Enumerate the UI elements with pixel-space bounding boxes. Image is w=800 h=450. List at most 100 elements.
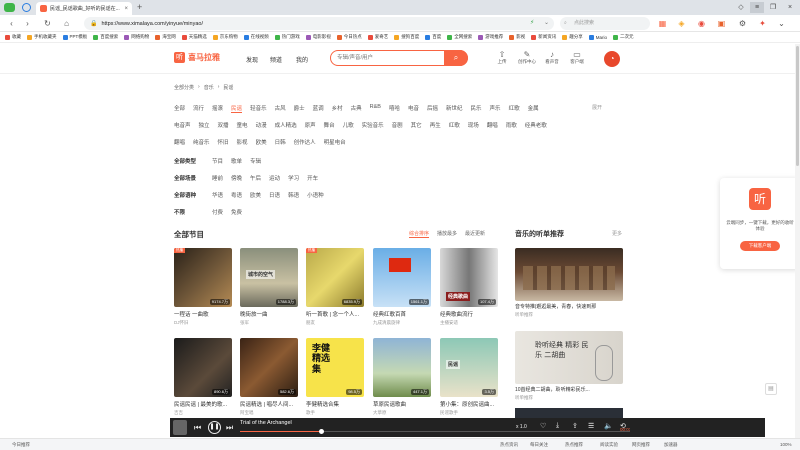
program-author[interactable]: 张军	[240, 320, 298, 326]
shirt-icon[interactable]: ◇	[734, 2, 748, 13]
new-tab-icon[interactable]: +	[137, 2, 142, 12]
filter-option[interactable]: 音剧	[392, 121, 403, 129]
filter-option[interactable]: 电音声	[174, 121, 191, 129]
filter-option[interactable]: 金属	[528, 104, 539, 113]
bookmark-item[interactable]: 京东购物	[212, 34, 238, 40]
reader-icon[interactable]: ⚡	[530, 19, 534, 26]
program-cover[interactable]: 582.6万	[240, 338, 298, 397]
filter-option[interactable]: 红歌	[449, 121, 460, 129]
program-cover[interactable]: 经典歌曲 107.4万	[440, 248, 498, 307]
filter-option[interactable]: 双播	[218, 121, 229, 129]
sort-most-played[interactable]: 播放最多	[437, 230, 457, 238]
dropdown-icon[interactable]: ⌄	[544, 19, 549, 26]
status-left[interactable]: 今日推荐	[12, 442, 30, 448]
filter-option[interactable]: 免费	[231, 208, 242, 216]
settings-icon[interactable]: ⚙	[737, 18, 748, 29]
back-icon[interactable]: ‹	[6, 18, 17, 29]
home-icon[interactable]: ⌂	[61, 18, 72, 29]
program-card[interactable]: 890.6万 民谣民谣 | 最美的歌... 吉吉	[174, 338, 232, 416]
program-author[interactable]: 歌手	[306, 410, 364, 416]
filter-option[interactable]: 舞台	[324, 121, 335, 129]
nav-discover[interactable]: 发现	[246, 55, 258, 64]
filter-option[interactable]: 专辑	[250, 157, 261, 165]
filter-option[interactable]: 爵士	[294, 104, 305, 113]
forward-icon[interactable]: ›	[22, 18, 33, 29]
filter-option[interactable]: 民谣	[231, 104, 243, 113]
filter-option[interactable]: 运动	[269, 174, 280, 182]
filter-option[interactable]: 日语	[269, 191, 280, 199]
filter-option[interactable]: 付费	[212, 208, 223, 216]
close-window-icon[interactable]: ×	[783, 2, 797, 13]
browser-logo-icon[interactable]	[4, 3, 15, 12]
extensions-icon[interactable]: ✦	[757, 18, 768, 29]
filter-option[interactable]: 民乐	[471, 104, 482, 113]
program-cover[interactable]: 李健 精选集 98.5万	[306, 338, 364, 397]
program-author[interactable]: 大草原	[373, 410, 431, 416]
filter-option[interactable]: 嘻哈	[389, 104, 400, 113]
program-cover[interactable]: 1561.1万	[373, 248, 431, 307]
filter-option[interactable]: 学习	[288, 174, 299, 182]
bookmark-item[interactable]: 网络购物	[124, 34, 149, 40]
playlist-icon[interactable]: ☰	[588, 422, 594, 430]
program-card[interactable]: 民谣 3.5万 第小集：原创民谣曲... 民谣歌手	[440, 338, 498, 416]
program-title[interactable]: 经典红歌百首	[373, 310, 431, 318]
filter-option[interactable]: 声乐	[490, 104, 501, 113]
program-title[interactable]: 第小集：原创民谣曲...	[440, 400, 498, 408]
bookmark-item[interactable]: 今日热点	[336, 34, 362, 40]
voice-tool[interactable]: ♪ 看声音	[540, 50, 564, 65]
program-card[interactable]: 1561.1万 经典红歌百首 九成清晨旋律	[373, 248, 431, 326]
restore-icon[interactable]: ❐	[766, 2, 780, 13]
filter-option[interactable]: 古典	[351, 104, 362, 113]
filter-option[interactable]: 翻唱	[487, 121, 498, 129]
program-cover[interactable]: 447.1万	[373, 338, 431, 397]
filter-option[interactable]: 流行	[193, 104, 204, 113]
creator-tool[interactable]: ✎ 创作中心	[515, 50, 539, 65]
progress-knob[interactable]	[319, 429, 324, 434]
sort-comprehensive[interactable]: 综合排序	[409, 230, 430, 238]
program-card[interactable]: 582.6万 民谣精选 | 唱尽人间... 阿宝唱	[240, 338, 298, 416]
filter-label[interactable]: 不限	[174, 208, 204, 216]
filter-option[interactable]: 怀旧	[218, 138, 229, 146]
site-search-input[interactable]	[331, 51, 431, 65]
program-card[interactable]: 热播 6835.9万 听一首歌 | 念一个人... 朋友	[306, 248, 364, 326]
program-card[interactable]: 经典歌曲 107.4万 经典歌曲流行 主播安适	[440, 248, 498, 326]
speed-label[interactable]: x 1.0	[516, 424, 527, 430]
breadcrumb-item[interactable]: 全部分类	[174, 84, 194, 91]
bookmark-item[interactable]: 影视	[509, 34, 525, 40]
program-cover[interactable]: 热播 6835.9万	[306, 248, 364, 307]
program-title[interactable]: 李健精选合集	[306, 400, 364, 408]
program-title[interactable]: 晚街旅一曲	[240, 310, 298, 318]
filter-option[interactable]: 后摇	[427, 104, 438, 113]
nav-channel[interactable]: 频道	[270, 55, 282, 64]
program-author[interactable]: DJ怀旧	[174, 320, 232, 326]
expand-filter-link[interactable]: 展开	[592, 104, 602, 111]
bookmark-item[interactable]: 搜狗百度	[394, 34, 419, 40]
zoom-level[interactable]: 100%	[780, 442, 792, 447]
filter-option[interactable]: 韩语	[288, 191, 299, 199]
program-cover[interactable]: 城市的空气 1788.3万	[240, 248, 298, 307]
program-card[interactable]: 热播 9174.7万 一程话 一曲歌 DJ怀旧	[174, 248, 232, 326]
program-title[interactable]: 草原民谣歌曲	[373, 400, 431, 408]
status-item[interactable]: 网页推荐	[632, 442, 650, 448]
filter-option[interactable]: 红歌	[509, 104, 520, 113]
prev-icon[interactable]: ⏮	[194, 421, 201, 434]
nav-mine[interactable]: 我的	[296, 55, 308, 64]
filter-option[interactable]: 成人精选	[275, 121, 297, 129]
program-author[interactable]: 朋友	[306, 320, 364, 326]
filter-option[interactable]: 翻唱	[174, 138, 185, 146]
bookmark-item[interactable]: 趣分享	[562, 34, 583, 40]
bookmark-item[interactable]: 百度	[425, 34, 441, 40]
bookmark-item[interactable]: 收藏	[5, 34, 21, 40]
filter-label[interactable]: 全部语种	[174, 191, 204, 199]
menu-icon[interactable]: ≡	[750, 2, 764, 13]
program-cover[interactable]: 民谣 3.5万	[440, 338, 498, 397]
bookmark-item[interactable]: PPT模板	[62, 34, 87, 40]
filter-option[interactable]: 古风	[275, 104, 286, 113]
filter-option[interactable]: 雨歌	[506, 121, 517, 129]
side-feedback-icon[interactable]: ▤	[765, 383, 777, 395]
filter-label[interactable]: 全部类型	[174, 157, 204, 165]
filter-option[interactable]: 儿歌	[343, 121, 354, 129]
bookmark-item[interactable]: 全网搜索	[447, 34, 472, 40]
filter-option[interactable]: 童电	[237, 121, 248, 129]
program-cover[interactable]: 890.6万	[174, 338, 232, 397]
